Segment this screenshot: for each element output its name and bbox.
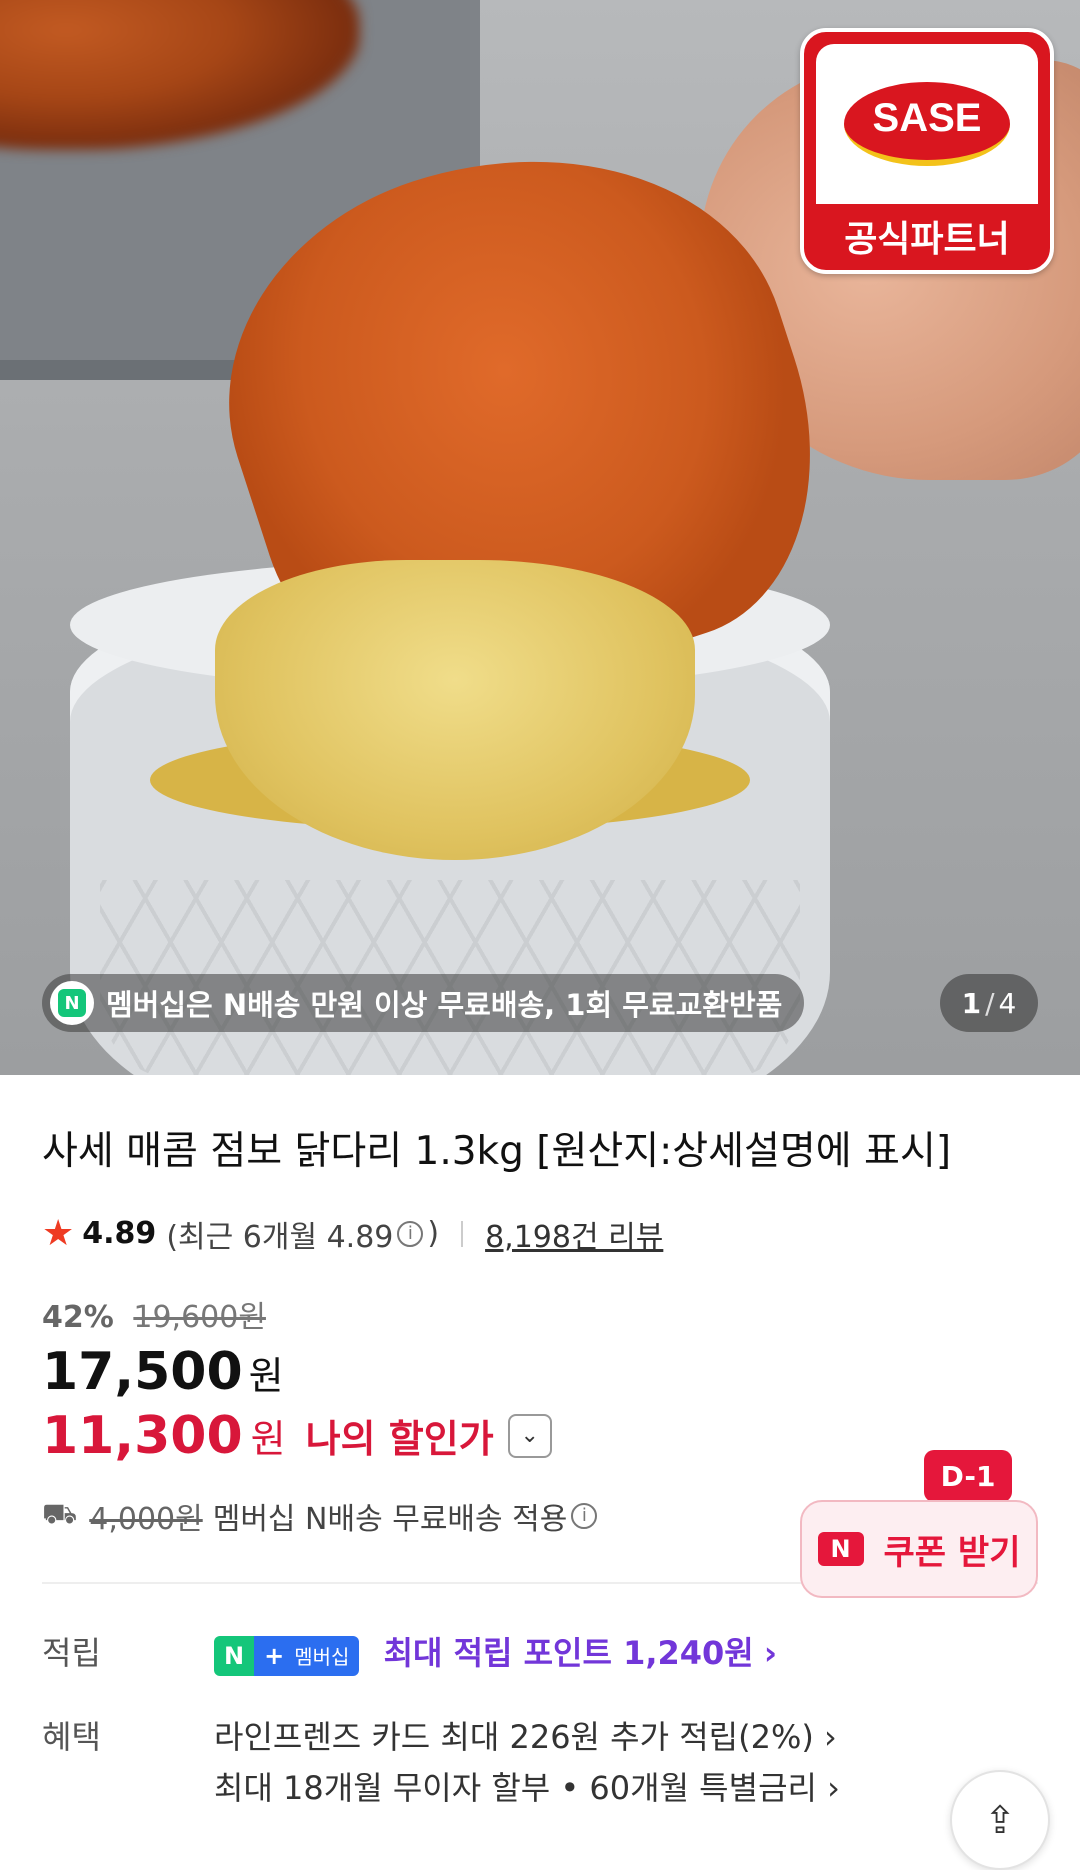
review-count-link[interactable]: 8,198건 리뷰 [485, 1212, 663, 1256]
chevron-right-icon: › [827, 1768, 840, 1807]
image-counter: 1/4 [940, 974, 1038, 1032]
max-points-text: 최대 적립 포인트 1,240원 [383, 1633, 754, 1672]
benefits-row: 혜택 라인프렌즈 카드 최대 226원 추가 적립(2%) › 최대 18개월 … [42, 1712, 1038, 1814]
membership-notice: N 멤버십은 N배송 만원 이상 무료배송, 1회 무료교환반품 [42, 974, 805, 1032]
divider [461, 1220, 464, 1247]
rating-value: 4.89 [82, 1216, 157, 1252]
official-partner-label: 공식파트너 [844, 219, 1010, 260]
official-partner-badge: SASE 공식파트너 [800, 28, 1054, 274]
discount-percent: 42% [42, 1299, 114, 1335]
naver-n-icon: N [817, 1532, 864, 1566]
original-price: 19,600원 [133, 1299, 266, 1335]
chevron-right-icon: › [824, 1717, 837, 1756]
product-title: 사세 매콤 점보 닭다리 1.3kg [원산지:상세설명에 표시] [42, 1129, 952, 1174]
chevron-right-icon: › [763, 1633, 778, 1672]
price-row: 17,500 원 [42, 1341, 284, 1402]
my-price-label: 나의 할인가 [305, 1417, 494, 1462]
coupon-button[interactable]: N 쿠폰 받기 [800, 1500, 1038, 1598]
share-icon[interactable]: ⇪ [950, 1770, 1050, 1870]
naver-delivery-icon: N [50, 981, 94, 1025]
product-image-carousel[interactable]: SASE 공식파트너 N 멤버십은 N배송 만원 이상 무료배송, 1회 무료교… [0, 0, 1080, 1075]
info-icon[interactable]: i [397, 1220, 424, 1247]
membership-notice-text: 멤버십은 N배송 만원 이상 무료배송, 1회 무료교환반품 [106, 988, 783, 1022]
shipping-old-fee: 4,000원 [89, 1501, 203, 1537]
discount-row: 42% 19,600원 [42, 1292, 1038, 1336]
star-icon: ★ [42, 1213, 75, 1255]
recent-rating: (최근 6개월 4.89 [166, 1219, 394, 1255]
points-row[interactable]: 적립 N + 멤버십 최대 적립 포인트 1,240원 › [42, 1628, 1038, 1676]
shipping-text: 멤버십 N배송 무료배송 적용 [212, 1501, 568, 1537]
card-benefit-link[interactable]: 라인프렌즈 카드 최대 226원 추가 적립(2%) › [214, 1712, 840, 1763]
nplus-membership-badge: N + 멤버십 [214, 1635, 360, 1676]
dday-badge: D-1 [924, 1450, 1012, 1514]
installment-benefit-link[interactable]: 최대 18개월 무이자 할부 • 60개월 특별금리 › [214, 1763, 840, 1814]
coupon-label: 쿠폰 받기 [883, 1532, 1021, 1573]
points-label: 적립 [42, 1633, 101, 1672]
truck-icon: ⛟ [42, 1497, 78, 1531]
rating-row: ★ 4.89 (최근 6개월 4.89 i ) 8,198건 리뷰 [42, 1212, 664, 1256]
chevron-down-icon[interactable]: ⌄ [507, 1413, 552, 1458]
my-discount-price: 11,300 [42, 1405, 243, 1466]
info-icon[interactable]: i [571, 1502, 598, 1529]
my-price-row[interactable]: 11,300 원 나의 할인가 ⌄ [42, 1406, 1038, 1466]
sale-price: 17,500 [42, 1341, 243, 1402]
brand-logo: SASE [844, 82, 1010, 166]
benefit-label: 혜택 [42, 1717, 101, 1756]
